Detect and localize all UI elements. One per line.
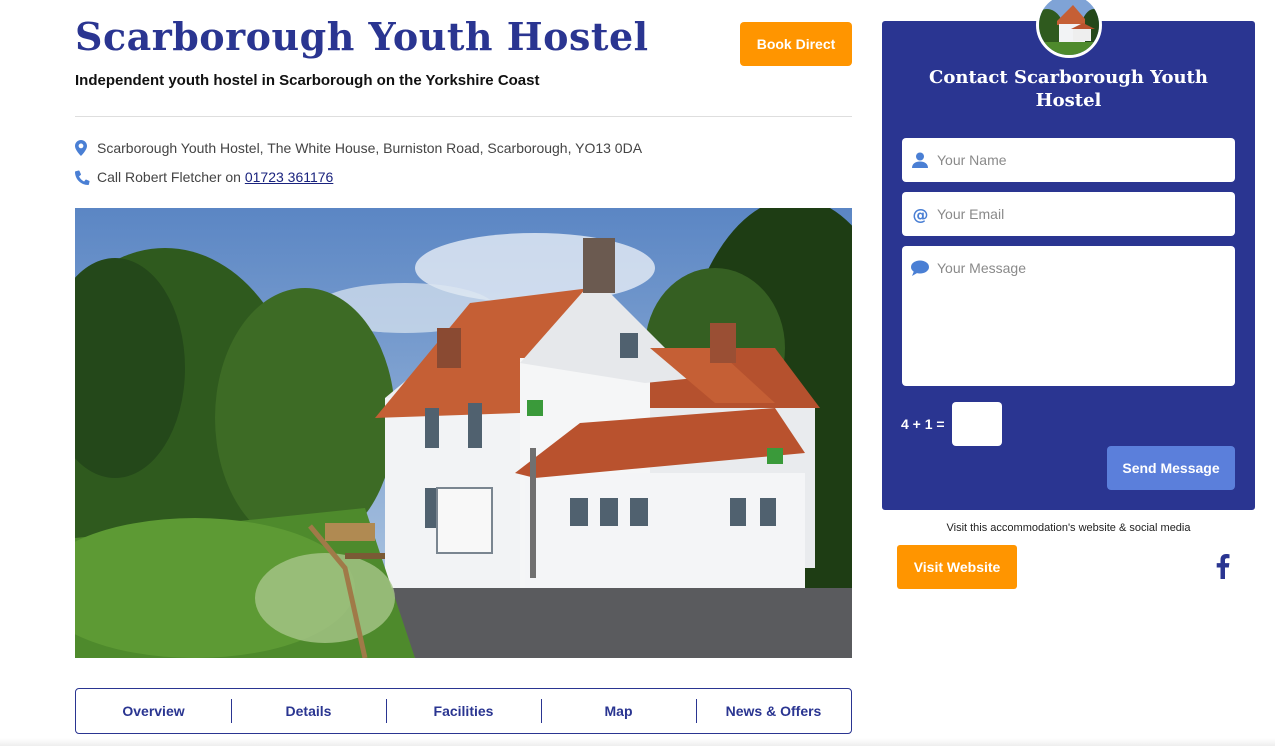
listing-tabs: Overview Details Facilities Map News & O… xyxy=(75,688,852,734)
message-field[interactable] xyxy=(902,246,1235,386)
email-input[interactable] xyxy=(902,205,1235,223)
contact-title: Contact Scarborough Youth Hostel xyxy=(929,67,1208,111)
visit-caption: Visit this accommodation's website & soc… xyxy=(946,522,1191,534)
hostel-photo xyxy=(75,208,852,658)
page-subtitle: Independent youth hostel in Scarborough … xyxy=(75,72,540,89)
send-message-button[interactable]: Send Message xyxy=(1107,446,1235,490)
facebook-icon[interactable] xyxy=(1212,553,1232,579)
phone-row: Call Robert Fletcher on 01723 361176 xyxy=(75,167,333,187)
call-prefix: Call Robert Fletcher on xyxy=(97,169,241,185)
address-text: Scarborough Youth Hostel, The White Hous… xyxy=(97,140,643,156)
phone-icon xyxy=(75,169,97,185)
name-field[interactable] xyxy=(902,138,1235,182)
map-pin-icon xyxy=(75,140,97,156)
at-icon: @ xyxy=(911,205,929,223)
name-input[interactable] xyxy=(902,151,1235,169)
tab-details[interactable]: Details xyxy=(231,699,386,723)
divider xyxy=(75,116,852,117)
tab-overview[interactable]: Overview xyxy=(76,699,231,723)
captcha-label: 4 + 1 = xyxy=(901,416,945,432)
visit-website-button[interactable]: Visit Website xyxy=(897,545,1017,589)
bottom-fade xyxy=(0,738,1275,746)
page-title: Scarborough Youth Hostel xyxy=(75,14,649,59)
address-row: Scarborough Youth Hostel, The White Hous… xyxy=(75,138,642,158)
captcha-input[interactable] xyxy=(952,402,1002,446)
phone-link[interactable]: 01723 361176 xyxy=(245,169,334,185)
tab-facilities[interactable]: Facilities xyxy=(386,699,541,723)
comment-icon xyxy=(911,259,929,277)
contact-card: Contact Scarborough Youth Hostel @ 4 + 1… xyxy=(882,21,1255,510)
email-field[interactable]: @ xyxy=(902,192,1235,236)
book-direct-button[interactable]: Book Direct xyxy=(740,22,852,66)
user-icon xyxy=(911,151,929,169)
tab-map[interactable]: Map xyxy=(541,699,696,723)
svg-text:@: @ xyxy=(912,206,928,223)
message-input[interactable] xyxy=(902,246,1235,386)
tab-news-offers[interactable]: News & Offers xyxy=(696,699,851,723)
